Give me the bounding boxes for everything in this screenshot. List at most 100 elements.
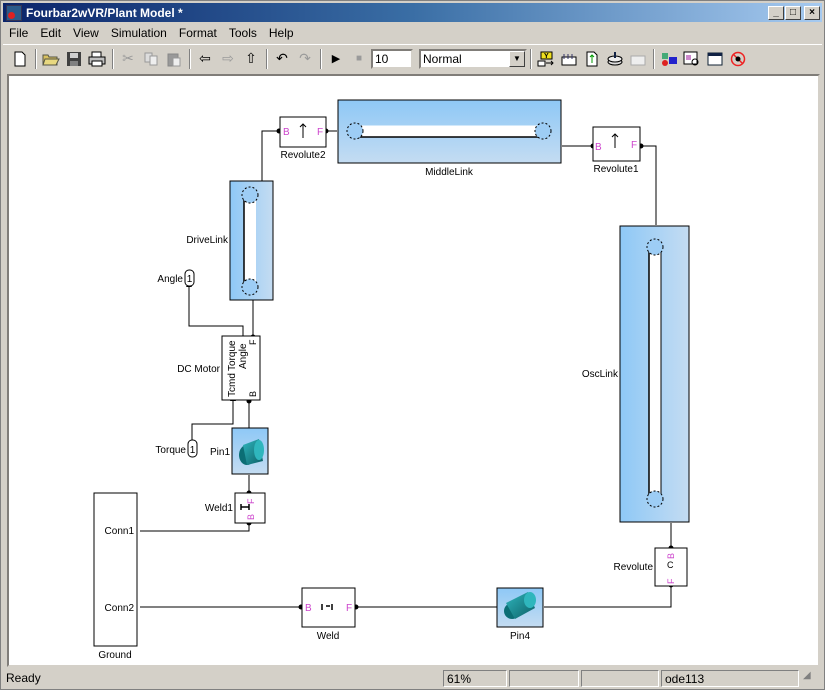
block-weld[interactable]: B F Weld [301,587,356,642]
paste-icon[interactable] [163,48,185,70]
no-debug-icon[interactable] [727,48,749,70]
toolbar-separator [35,48,37,69]
block-diagram: B F Revolute2 MiddleLink B F Revolute1 D… [93,99,690,661]
close-button[interactable]: × [804,5,820,20]
inport-torque[interactable]: 1 Torque [155,439,198,458]
block-label: DC Motor [177,364,220,375]
block-drivelink[interactable]: DriveLink [186,180,274,301]
stop-time-input[interactable] [371,48,413,69]
new-model-icon[interactable] [9,48,31,70]
block-label: Ground [98,650,131,661]
block-pin4[interactable]: Pin4 [496,587,544,642]
chevron-down-icon[interactable]: ▼ [509,50,525,67]
port-label-f: F [246,498,256,504]
debugger-icon[interactable] [627,48,649,70]
zoom-level: 61% [443,670,507,687]
menu-help[interactable]: Help [263,26,300,40]
menu-simulation[interactable]: Simulation [105,26,173,40]
update-diagram-icon[interactable] [558,48,580,70]
toolbar-separator [530,48,532,69]
outport-angle[interactable]: 1 Angle [157,269,195,287]
menu-tools[interactable]: Tools [223,26,263,40]
stop-simulation-icon[interactable]: ■ [348,48,370,70]
line-torque-dcmotor [191,401,234,441]
cs-port-icon [241,186,259,204]
undo-icon[interactable]: ↶ [271,48,293,70]
line-revolute1-osclink [641,145,657,225]
port-label-f: F [631,140,637,151]
toolbar-separator [112,48,114,69]
cs-port-icon [241,278,259,296]
block-label: Torque [155,445,186,456]
model-advisor-icon[interactable] [681,48,703,70]
block-label: DriveLink [186,235,229,246]
redo-icon[interactable]: ↷ [294,48,316,70]
copy-icon[interactable] [140,48,162,70]
port-label-conn2: Conn2 [105,603,135,614]
block-label: OscLink [582,369,619,380]
port-label-b: B [595,142,602,153]
line-drivelink-revolute2 [261,130,279,181]
port-number: 1 [190,445,196,456]
diagram-canvas[interactable]: B F Revolute2 MiddleLink B F Revolute1 D… [7,74,820,667]
minimize-button[interactable]: _ [768,5,784,20]
port-number: 1 [187,274,193,285]
cs-port-icon [346,122,364,140]
status-text: Ready [6,671,41,685]
toolbar-separator [189,48,191,69]
up-arrow-icon[interactable]: ⇧ [240,48,262,70]
toolbar: ✂ ⇦ ⇨ ⇧ ↶ ↷ ▶ ■ Normal ▼ Y [3,44,822,72]
block-middlelink[interactable]: MiddleLink [337,99,562,178]
status-cell-3 [509,670,579,687]
forward-arrow-icon[interactable]: ⇨ [217,48,239,70]
build-icon[interactable]: Y [535,48,557,70]
cs-port-icon [646,238,664,256]
cut-icon[interactable]: ✂ [117,48,139,70]
port-label-b: B [666,553,676,559]
simulation-mode-value: Normal [423,51,462,66]
block-weld1[interactable]: F B Weld1 [205,492,266,524]
port-label-angle: Angle [238,343,249,369]
block-revolute1[interactable]: B F Revolute1 [592,126,641,175]
menu-format[interactable]: Format [173,26,223,40]
block-dc-motor[interactable]: Tcmd Torque Angle F B DC Motor [177,335,261,401]
port-label-tcmd: Tcmd [227,373,238,397]
cs-port-icon [534,122,552,140]
maximize-button[interactable]: □ [785,5,801,20]
resize-grip-icon[interactable]: ◢ [803,670,817,687]
menu-edit[interactable]: Edit [34,26,67,40]
block-label: Pin4 [510,631,530,642]
simulation-mode-select[interactable]: Normal ▼ [419,48,527,69]
block-label: Angle [157,274,183,285]
properties-icon[interactable] [704,48,726,70]
block-ground[interactable]: Conn1 Conn2 Ground [93,492,138,661]
svg-text:Y: Y [544,53,549,60]
port-label-b: B [283,127,290,138]
menu-bar: File Edit View Simulation Format Tools H… [3,23,822,42]
revolute-joint-icon: C [667,560,674,570]
status-bar: Ready 61% ode113 ◢ [3,669,822,688]
toolbar-separator [653,48,655,69]
block-label: Weld [317,631,340,642]
model-explorer-icon[interactable] [658,48,680,70]
cs-port-icon [646,490,664,508]
back-arrow-icon[interactable]: ⇦ [194,48,216,70]
block-pin1[interactable]: Pin1 [210,427,269,475]
refresh-icon[interactable] [581,48,603,70]
block-revolute2[interactable]: B F Revolute2 [279,116,327,161]
open-icon[interactable] [40,48,62,70]
menu-view[interactable]: View [67,26,105,40]
port-label-b: B [246,514,256,520]
library-browser-icon[interactable] [604,48,626,70]
line-pin4-revolute [544,585,672,608]
port-label-f: F [248,339,258,345]
block-label: Revolute [614,562,654,573]
block-label: Revolute2 [280,150,325,161]
block-osclink[interactable]: OscLink [582,225,690,523]
menu-file[interactable]: File [3,26,34,40]
start-simulation-icon[interactable]: ▶ [325,48,347,70]
port-label-conn1: Conn1 [105,526,135,537]
print-icon[interactable] [86,48,108,70]
save-icon[interactable] [63,48,85,70]
block-revolute[interactable]: B F C Revolute [614,547,688,587]
